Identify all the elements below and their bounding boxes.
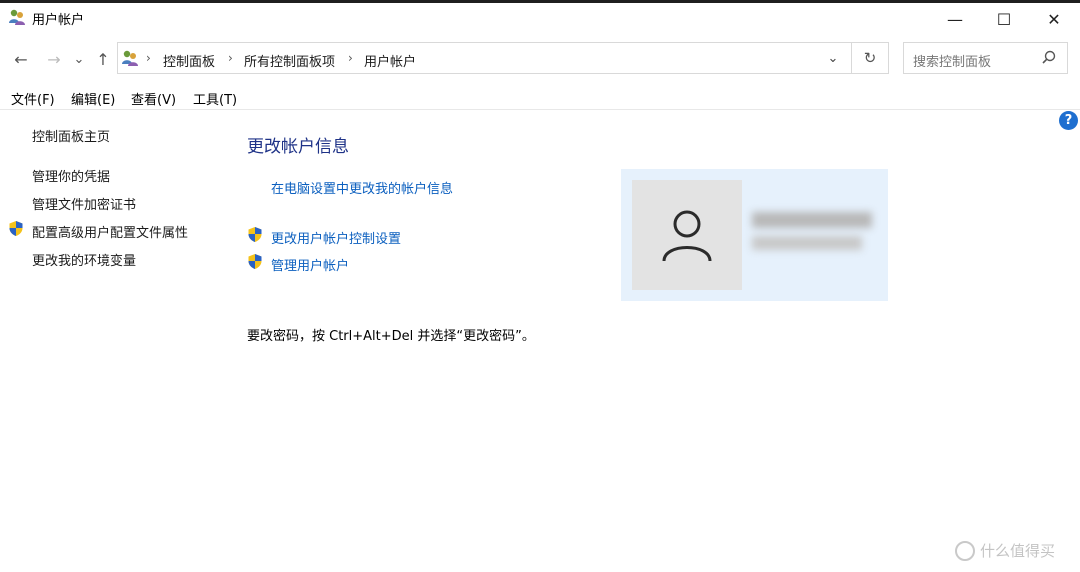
back-button[interactable]: ← — [9, 47, 33, 71]
chevron-down-icon: ⌄ — [73, 51, 85, 67]
watermark-logo-icon — [955, 540, 975, 561]
address-dropdown-button[interactable]: ⌄ — [822, 43, 844, 73]
chevron-down-icon: ⌄ — [827, 50, 839, 66]
menu-divider — [0, 109, 1080, 110]
breadcrumb-user-accounts[interactable]: 用户帐户 — [364, 51, 416, 70]
recent-locations-button[interactable]: ⌄ — [68, 47, 90, 71]
uac-shield-icon — [248, 227, 262, 242]
password-change-note: 要改密码，按 Ctrl+Alt+Del 并选择“更改密码”。 — [247, 329, 535, 344]
avatar — [632, 180, 742, 290]
close-icon: ✕ — [1047, 9, 1061, 29]
forward-button[interactable]: → — [42, 47, 66, 71]
uac-settings-link[interactable]: 更改用户帐户控制设置 — [271, 228, 401, 247]
menu-tools[interactable]: 工具(T) — [193, 89, 237, 108]
manage-user-accounts-link[interactable]: 管理用户帐户 — [271, 255, 349, 274]
search-input[interactable]: 搜索控制面板 — [913, 51, 991, 70]
page-heading: 更改帐户信息 — [247, 137, 349, 157]
manage-credentials-link[interactable]: 管理你的凭据 — [32, 166, 110, 185]
help-icon: ? — [1064, 113, 1073, 128]
breadcrumb-control-panel[interactable]: 控制面板 — [163, 51, 215, 70]
search-icon — [1042, 50, 1056, 64]
blurred-account-name — [752, 212, 872, 250]
minimize-button[interactable]: — — [932, 3, 978, 35]
breadcrumb-all-items[interactable]: 所有控制面板项 — [244, 51, 335, 70]
arrow-up-icon: ↑ — [96, 49, 110, 69]
arrow-left-icon: ← — [14, 49, 28, 69]
breadcrumb-separator: › — [228, 51, 233, 65]
pc-settings-link[interactable]: 在电脑设置中更改我的帐户信息 — [271, 178, 453, 197]
breadcrumb-separator: › — [348, 51, 353, 65]
up-button[interactable]: ↑ — [91, 47, 115, 71]
menu-view[interactable]: 查看(V) — [131, 89, 176, 108]
manage-encryption-certificates-link[interactable]: 管理文件加密证书 — [32, 194, 136, 213]
maximize-button[interactable]: ☐ — [981, 3, 1027, 35]
refresh-icon: ↻ — [863, 49, 877, 67]
watermark: 什么值得买 — [955, 540, 1055, 561]
close-button[interactable]: ✕ — [1031, 3, 1077, 35]
environment-variables-link[interactable]: 更改我的环境变量 — [32, 250, 136, 269]
users-icon — [9, 9, 25, 25]
maximize-icon: ☐ — [996, 9, 1012, 29]
menu-edit[interactable]: 编辑(E) — [71, 89, 115, 108]
watermark-text: 什么值得买 — [980, 542, 1056, 560]
users-icon — [122, 50, 138, 66]
refresh-button[interactable]: ↻ — [852, 42, 889, 74]
window-title: 用户帐户 — [32, 13, 85, 28]
user-icon — [662, 210, 712, 262]
uac-shield-icon — [9, 221, 23, 236]
help-button[interactable]: ? — [1059, 111, 1078, 130]
uac-shield-icon — [248, 254, 262, 269]
menu-file[interactable]: 文件(F) — [11, 89, 55, 108]
title-bar[interactable] — [0, 3, 1080, 35]
breadcrumb-separator: › — [146, 51, 151, 65]
minimize-icon: — — [947, 9, 963, 29]
control-panel-home-link[interactable]: 控制面板主页 — [32, 126, 110, 145]
arrow-right-icon: → — [47, 49, 61, 69]
advanced-profile-properties-link[interactable]: 配置高级用户配置文件属性 — [32, 222, 188, 241]
